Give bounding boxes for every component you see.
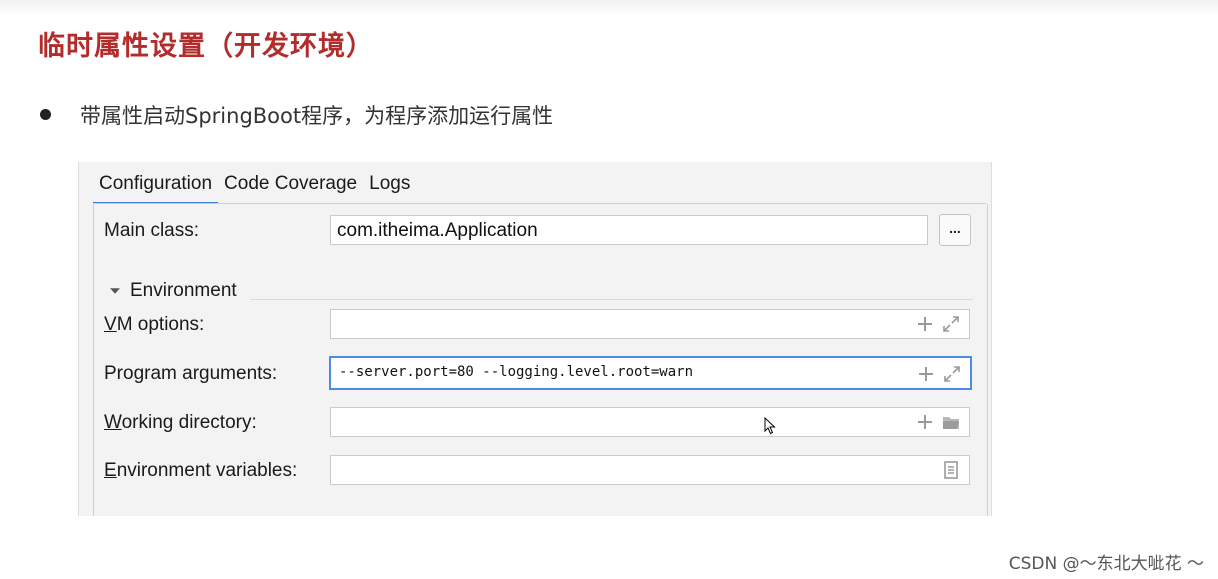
plus-icon[interactable] bbox=[916, 364, 936, 384]
top-gradient-bar bbox=[0, 0, 1218, 16]
environment-variables-label: Environment variables: bbox=[104, 460, 298, 481]
tab-configuration[interactable]: Configuration bbox=[93, 168, 219, 206]
slide-title: 临时属性设置（开发环境） bbox=[38, 31, 374, 62]
watermark: CSDN @～东北大呲花 ～ bbox=[1008, 554, 1204, 574]
section-divider bbox=[250, 299, 973, 300]
working-directory-label: Working directory: bbox=[104, 412, 257, 433]
vm-options-label: VM options: bbox=[104, 314, 205, 335]
mouse-cursor-icon bbox=[764, 417, 776, 435]
tab-bar: Configuration Code Coverage Logs bbox=[93, 168, 416, 206]
main-class-input[interactable]: com.itheima.Application bbox=[330, 215, 928, 245]
bullet-dot bbox=[40, 109, 51, 120]
document-icon[interactable] bbox=[941, 460, 961, 480]
plus-icon[interactable] bbox=[915, 412, 935, 432]
run-configuration-panel: Configuration Code Coverage Logs Main cl… bbox=[78, 162, 992, 516]
expand-icon[interactable] bbox=[941, 314, 961, 334]
configuration-content: Main class: com.itheima.Application ... … bbox=[93, 204, 988, 516]
program-arguments-value: --server.port=80 --logging.level.root=wa… bbox=[339, 364, 694, 380]
bullet-text: 带属性启动SpringBoot程序，为程序添加运行属性 bbox=[80, 104, 554, 128]
tab-logs[interactable]: Logs bbox=[363, 168, 416, 202]
triangle-down-icon bbox=[110, 288, 120, 294]
plus-icon[interactable] bbox=[915, 314, 935, 334]
program-arguments-input[interactable]: --server.port=80 --logging.level.root=wa… bbox=[329, 356, 972, 390]
working-directory-input[interactable] bbox=[330, 407, 970, 437]
tab-code-coverage[interactable]: Code Coverage bbox=[218, 168, 363, 202]
environment-variables-input[interactable] bbox=[330, 455, 970, 485]
browse-main-class-button[interactable]: ... bbox=[939, 214, 971, 246]
main-class-label: Main class: bbox=[104, 220, 200, 241]
vm-options-input[interactable] bbox=[330, 309, 970, 339]
program-arguments-label: Program arguments: bbox=[104, 363, 278, 384]
environment-section-header[interactable]: Environment bbox=[108, 280, 237, 302]
main-class-value: com.itheima.Application bbox=[337, 220, 538, 241]
folder-icon[interactable] bbox=[941, 412, 961, 432]
expand-icon[interactable] bbox=[942, 364, 962, 384]
environment-section-label: Environment bbox=[130, 280, 237, 301]
